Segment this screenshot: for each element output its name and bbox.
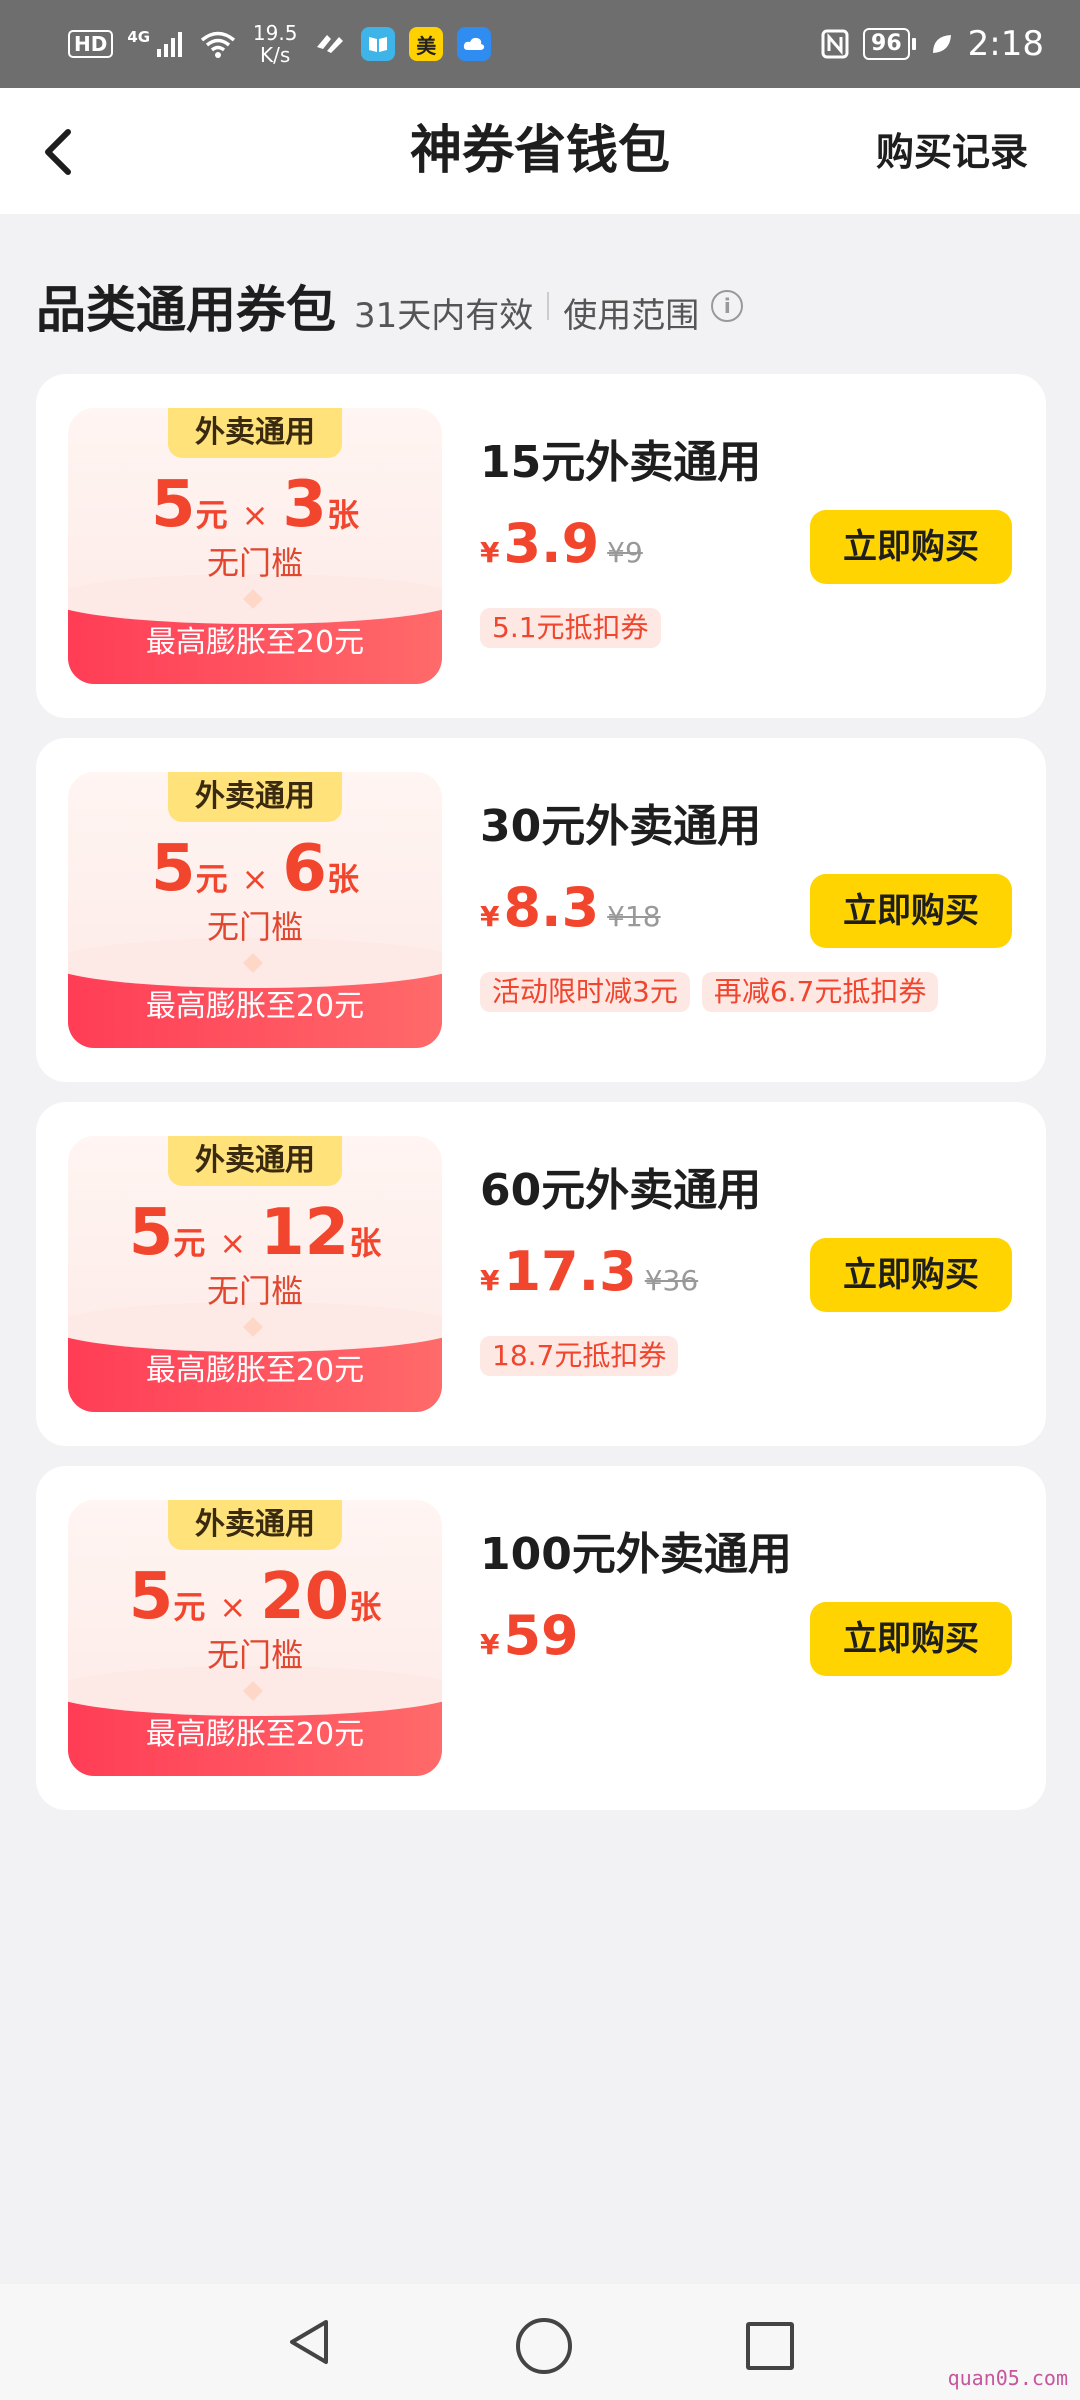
- nav-recent-apps-icon[interactable]: [746, 2322, 794, 2370]
- coupon-tag: 外卖通用: [168, 408, 342, 458]
- clock: 2:18: [967, 24, 1044, 64]
- coupon-threshold: 无门槛: [206, 908, 303, 946]
- watermark: quan05.com: [947, 2366, 1068, 2390]
- meituan-icon: [317, 35, 344, 53]
- buy-now-button[interactable]: 立即购买: [810, 874, 1012, 948]
- info-icon[interactable]: i: [711, 290, 744, 322]
- coupon-max-expand: 最高膨胀至20元: [145, 625, 365, 660]
- coupon-max-expand: 最高膨胀至20元: [145, 1717, 365, 1752]
- system-nav-bar: quan05.com: [0, 2284, 1080, 2400]
- discount-tag: 5.1元抵扣券: [480, 608, 661, 648]
- coupon-amount: 5元 × 3张: [151, 468, 359, 542]
- status-bar: HD 4G 19.5 K/s 美 96 2:18: [0, 0, 1080, 88]
- hd-indicator: HD: [68, 30, 114, 58]
- coupon-amount: 5元 × 20张: [128, 1560, 382, 1634]
- coupon-max-expand: 最高膨胀至20元: [145, 989, 365, 1024]
- coupon-pack-card[interactable]: 外卖通用 5元 × 3张 无门槛 最高膨胀至20元 15元外卖通用 ¥ 3.9 ¥9…: [36, 374, 1046, 718]
- battery-icon: 96: [863, 28, 916, 60]
- coupon-pack-card[interactable]: 外卖通用 5元 × 12张 无门槛 最高膨胀至20元 60元外卖通用 ¥ 17.3 …: [36, 1102, 1046, 1446]
- network-speed: 19.5 K/s: [252, 21, 298, 67]
- coupon-threshold: 无门槛: [206, 1272, 303, 1310]
- coupon-threshold: 无门槛: [206, 544, 303, 582]
- pack-title: 15元外卖通用: [480, 437, 762, 488]
- buy-now-button[interactable]: 立即购买: [810, 510, 1012, 584]
- coupon-tag: 外卖通用: [168, 772, 342, 822]
- nav-home-icon[interactable]: [516, 2318, 572, 2374]
- signal-icon: 4G: [127, 29, 185, 59]
- meituan-app-icon: 美: [409, 27, 444, 61]
- nav-back-icon[interactable]: [282, 2314, 338, 2370]
- coupon-amount: 5元 × 12张: [128, 1196, 382, 1270]
- leaf-icon: [932, 35, 951, 53]
- section-title: 品类通用券包: [36, 281, 336, 339]
- cloud-app-icon: [457, 27, 492, 61]
- coupon-visual: 外卖通用 5元 × 20张 无门槛 最高膨胀至20元: [68, 1500, 442, 1776]
- pack-price: ¥ 3.9 ¥9: [480, 512, 643, 575]
- coupon-threshold: 无门槛: [206, 1636, 303, 1674]
- original-price: ¥9: [607, 536, 643, 569]
- buy-now-button[interactable]: 立即购买: [810, 1238, 1012, 1312]
- purchase-records-link[interactable]: 购买记录: [876, 124, 1028, 180]
- coupon-tag: 外卖通用: [168, 1500, 342, 1550]
- coupon-visual: 外卖通用 5元 × 6张 无门槛 最高膨胀至20元: [68, 772, 442, 1048]
- coupon-pack-card[interactable]: 外卖通用 5元 × 20张 无门槛 最高膨胀至20元 100元外卖通用 ¥ 59 立…: [36, 1466, 1046, 1810]
- coupon-pack-card[interactable]: 外卖通用 5元 × 6张 无门槛 最高膨胀至20元 30元外卖通用 ¥ 8.3 ¥1…: [36, 738, 1046, 1082]
- nfc-icon: [821, 29, 849, 59]
- divider: [547, 292, 550, 320]
- original-price: ¥18: [607, 900, 661, 933]
- buy-now-button[interactable]: 立即购买: [810, 1602, 1012, 1676]
- coupon-visual: 外卖通用 5元 × 12张 无门槛 最高膨胀至20元: [68, 1136, 442, 1412]
- pack-title: 100元外卖通用: [480, 1529, 792, 1580]
- pack-price: ¥ 17.3 ¥36: [480, 1240, 699, 1303]
- book-app-icon: [361, 27, 396, 61]
- coupon-tag: 外卖通用: [168, 1136, 342, 1186]
- pack-price: ¥ 59: [480, 1604, 579, 1667]
- discount-tag: 18.7元抵扣券: [480, 1336, 679, 1376]
- section-header: 品类通用券包 31天内有效 使用范围 i: [36, 270, 744, 342]
- pack-title: 30元外卖通用: [480, 801, 762, 852]
- pack-title: 60元外卖通用: [480, 1165, 762, 1216]
- wifi-icon: [201, 31, 236, 58]
- pack-price: ¥ 8.3 ¥18: [480, 876, 661, 939]
- discount-tag: 活动限时减3元: [480, 972, 690, 1012]
- discount-tag: 再减6.7元抵扣券: [701, 972, 939, 1012]
- coupon-amount: 5元 × 6张: [151, 832, 359, 906]
- app-header: 神券省钱包 购买记录: [0, 88, 1080, 214]
- original-price: ¥36: [644, 1264, 699, 1297]
- coupon-max-expand: 最高膨胀至20元: [145, 1353, 365, 1388]
- coupon-visual: 外卖通用 5元 × 3张 无门槛 最高膨胀至20元: [68, 408, 442, 684]
- usage-scope-link[interactable]: 使用范围: [563, 288, 699, 337]
- validity-text: 31天内有效: [354, 296, 534, 336]
